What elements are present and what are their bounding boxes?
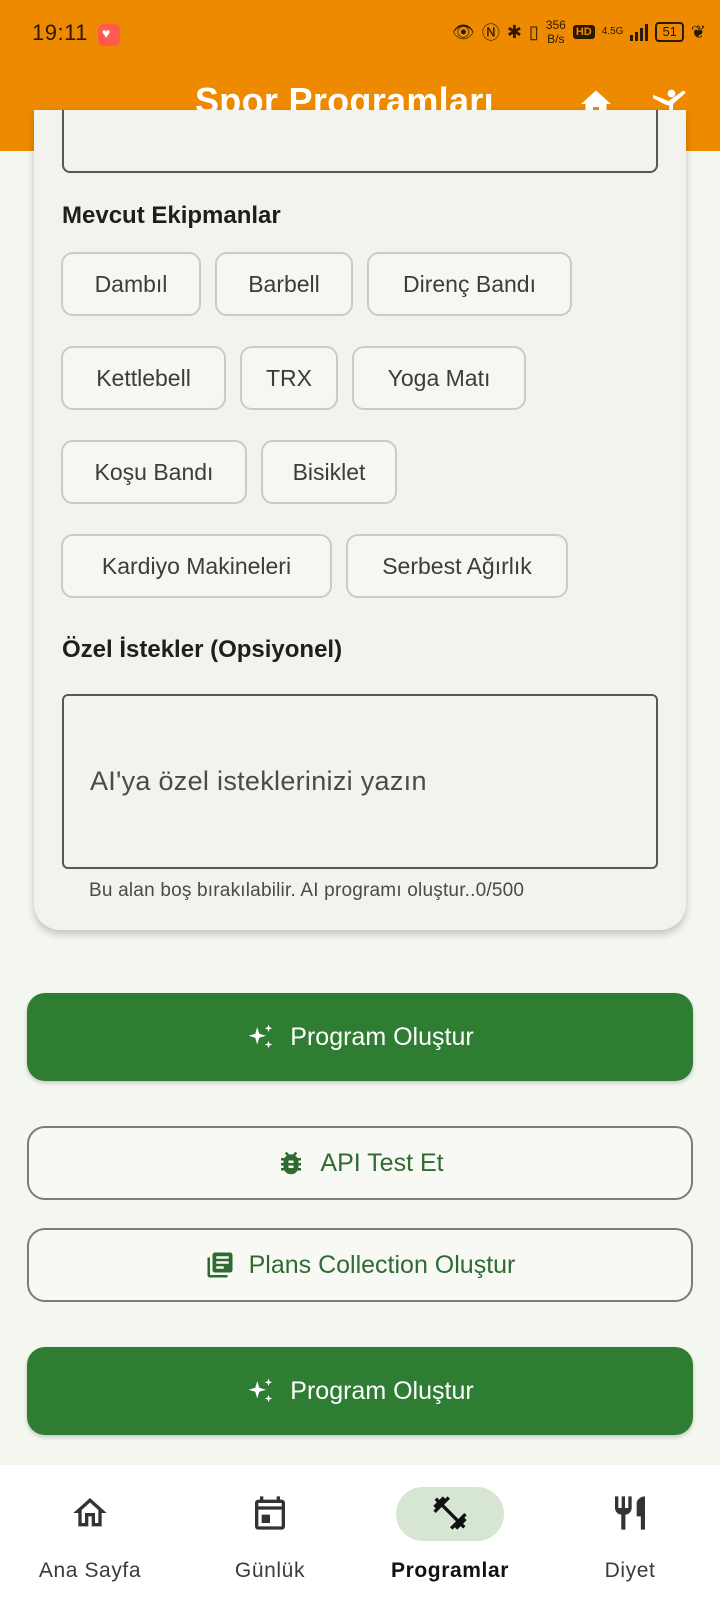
equipment-chip-bisiklet[interactable]: Bisiklet (261, 440, 397, 504)
bottom-navigation: Ana Sayfa Günlük Programlar Diyet (0, 1465, 720, 1600)
network-speed: 356 B/s (546, 18, 566, 46)
nav-label-home: Ana Sayfa (38, 1559, 142, 1582)
calendar-icon (255, 1496, 285, 1530)
status-time: 19:11 (32, 20, 88, 45)
equipment-chip-kosu-bandi[interactable]: Koşu Bandı (61, 440, 247, 504)
previous-input-field[interactable] (62, 110, 658, 173)
special-requests-input[interactable]: AI'ya özel isteklerinizi yazın (62, 694, 658, 869)
equipment-chip-direnc-bandi[interactable]: Direnç Bandı (367, 252, 572, 316)
equipment-label: Mevcut Ekipmanlar (62, 202, 281, 229)
plans-collection-button[interactable]: Plans Collection Oluştur (27, 1228, 693, 1302)
leaf-icon: ❦ (690, 21, 706, 42)
special-requests-label: Özel İstekler (Opsiyonel) (62, 636, 343, 663)
nav-item-daily[interactable]: Günlük (180, 1465, 360, 1600)
helper-text: Bu alan boş bırakılabilir. AI programı o… (89, 880, 476, 901)
equipment-chip-dambil[interactable]: Dambıl (61, 252, 201, 316)
hd-badge: HD (572, 25, 595, 39)
eye-icon: 👁 (451, 21, 475, 42)
equipment-chip-serbest-agirlik[interactable]: Serbest Ağırlık (346, 534, 568, 598)
bug-icon (281, 1151, 302, 1175)
special-requests-helper: Bu alan boş bırakılabilir. AI programı o… (89, 880, 524, 902)
home-outline-icon (73, 1498, 107, 1527)
network-speed-value: 356 (545, 18, 566, 32)
nav-label-daily: Günlük (234, 1559, 306, 1582)
api-test-button[interactable]: API Test Et (27, 1126, 693, 1200)
sparkle-icon (248, 1378, 273, 1403)
nav-item-programs[interactable]: Programlar (360, 1465, 540, 1600)
equipment-chip-trx[interactable]: TRX (240, 346, 338, 410)
status-icons: 👁 Ⓝ ✱ ▯ 356 B/s HD 4.5G 51 ❦ (452, 18, 706, 46)
nfc-icon: Ⓝ (481, 23, 500, 43)
equipment-chip-kardiyo-makineleri[interactable]: Kardiyo Makineleri (61, 534, 332, 598)
create-program-button-2[interactable]: Program Oluştur (27, 1347, 693, 1435)
restaurant-icon (615, 1496, 645, 1530)
status-bar: 19:11 👁 Ⓝ ✱ ▯ 356 B/s HD 4.5G 51 ❦ (0, 0, 720, 70)
nav-item-diet[interactable]: Diyet (540, 1465, 720, 1600)
battery-icon: 51 (655, 22, 684, 42)
plans-collection-label: Plans Collection Oluştur (248, 1250, 516, 1279)
api-test-label: API Test Et (320, 1148, 444, 1177)
create-program-label: Program Oluştur (290, 1022, 474, 1051)
create-program-label-2: Program Oluştur (290, 1376, 474, 1405)
equipment-chip-barbell[interactable]: Barbell (215, 252, 353, 316)
create-program-button[interactable]: Program Oluştur (27, 993, 693, 1081)
signal-icon (630, 23, 649, 41)
nav-item-home[interactable]: Ana Sayfa (0, 1465, 180, 1600)
equipment-chip-yoga-mati[interactable]: Yoga Matı (352, 346, 526, 410)
bluetooth-icon: ✱ (506, 21, 522, 42)
signal-type: 4.5G (601, 26, 624, 37)
network-speed-unit: B/s (547, 32, 565, 46)
sparkle-icon (248, 1024, 273, 1049)
fitness-center-icon (433, 1496, 467, 1530)
nav-label-programs: Programlar (390, 1559, 510, 1582)
character-counter: 0/500 (475, 880, 525, 901)
special-requests-placeholder: AI'ya özel isteklerinizi yazın (90, 766, 427, 796)
library-books-icon (207, 1252, 233, 1278)
nav-label-diet: Diyet (604, 1559, 656, 1582)
program-form-card: Mevcut Ekipmanlar Dambıl Barbell Direnç … (34, 110, 686, 930)
equipment-chip-kettlebell[interactable]: Kettlebell (61, 346, 226, 410)
vibrate-icon: ▯ (528, 21, 539, 42)
notification-app-icon (98, 24, 120, 46)
